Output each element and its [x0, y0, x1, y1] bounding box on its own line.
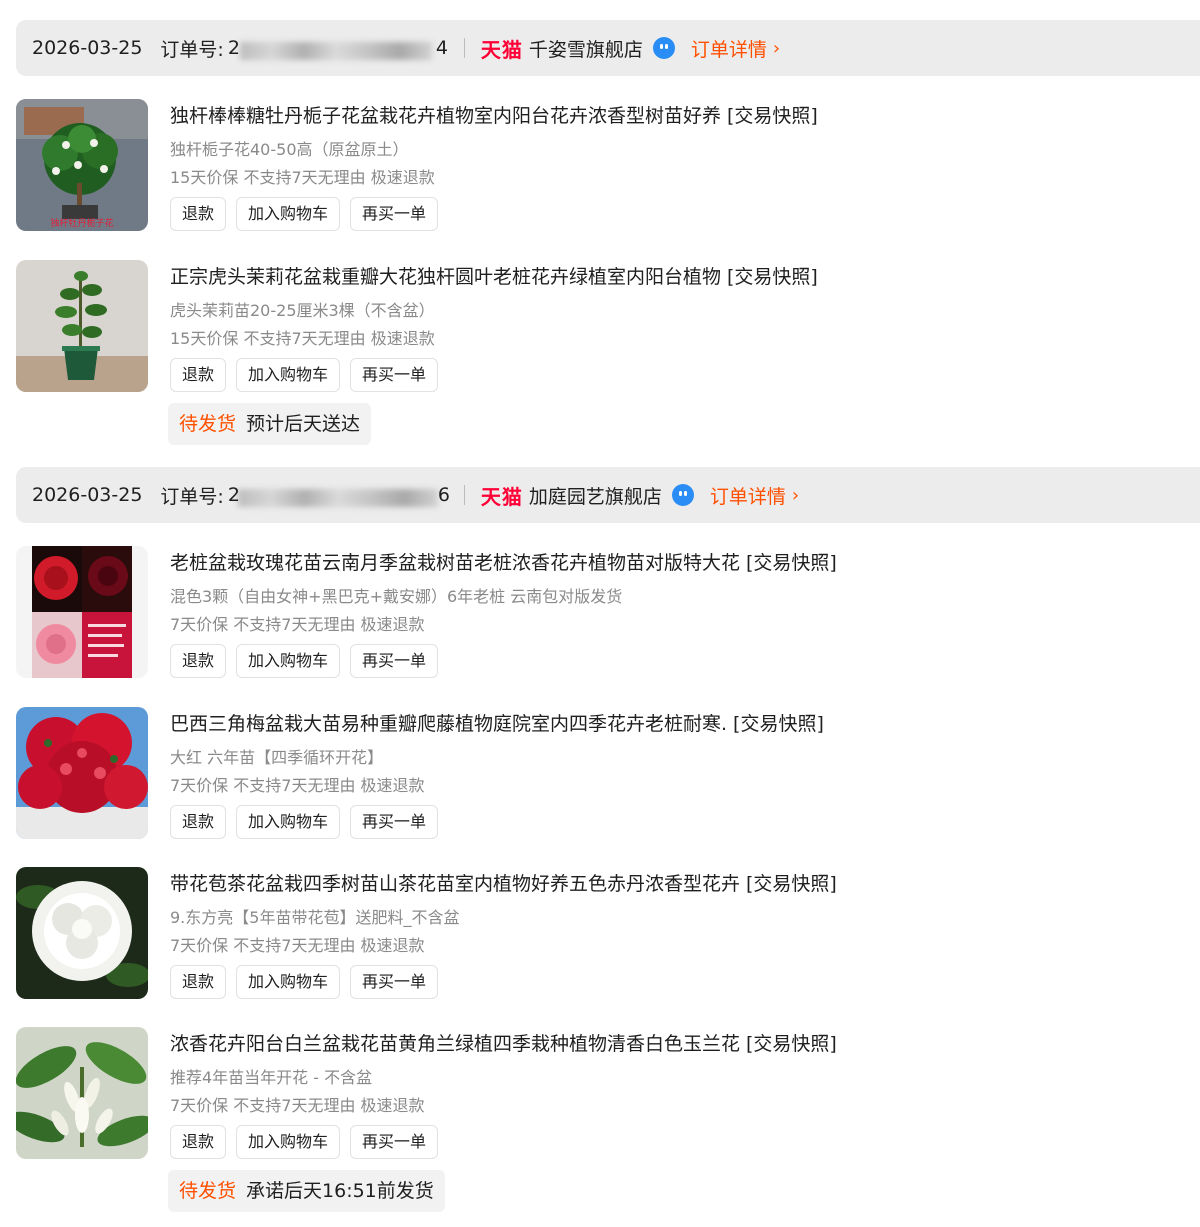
service-tags: 7天价保 不支持7天无理由 极速退款	[170, 936, 425, 955]
item-actions: 退款 加入购物车 再买一单	[170, 965, 439, 999]
status-text: 待发货	[179, 413, 237, 435]
service-tags: 15天价保 不支持7天无理由 极速退款	[170, 329, 435, 348]
order-date: 2026-03-25	[32, 484, 143, 506]
order-status-badge: 待发货 预计后天送达	[168, 403, 372, 445]
order-detail-link[interactable]: 订单详情	[691, 35, 767, 62]
add-to-cart-button[interactable]: 加入购物车	[236, 965, 341, 999]
snapshot-link[interactable]: [交易快照]	[733, 713, 824, 735]
status-text: 待发货	[179, 1180, 237, 1202]
add-to-cart-button[interactable]: 加入购物车	[236, 1125, 341, 1159]
product-title-text[interactable]: 带花苞茶花盆栽四季树苗山茶花苗室内植物好养五色赤丹浓香型花卉	[170, 873, 740, 895]
product-title[interactable]: 带花苞茶花盆栽四季树苗山茶花苗室内植物好养五色赤丹浓香型花卉 [交易快照]	[170, 869, 837, 896]
service-tags: 7天价保 不支持7天无理由 极速退款	[170, 776, 425, 795]
product-image[interactable]	[16, 546, 148, 678]
redaction-mask	[239, 42, 432, 60]
status-note: 承诺后天16:51前发货	[246, 1180, 434, 1202]
product-sku: 大红 六年苗【四季循环开花】	[170, 748, 384, 767]
order-number-redacted: 2 6	[227, 484, 450, 507]
product-image[interactable]	[16, 707, 148, 839]
order-date: 2026-03-25	[32, 37, 143, 59]
order-number-suffix: 6	[437, 484, 450, 506]
snapshot-link[interactable]: [交易快照]	[727, 266, 818, 288]
order-item: 带花苞茶花盆栽四季树苗山茶花苗室内植物好养五色赤丹浓香型花卉 [交易快照] 9.东…	[0, 867, 1200, 999]
buy-again-button[interactable]: 再买一单	[350, 358, 439, 392]
product-title-text[interactable]: 老桩盆栽玫瑰花苗云南月季盆栽树苗老桩浓香花卉植物苗对版特大花	[170, 552, 740, 574]
tmall-logo: 天猫	[480, 37, 523, 62]
status-note: 预计后天送达	[246, 413, 361, 435]
order-item: 老桩盆栽玫瑰花苗云南月季盆栽树苗老桩浓香花卉植物苗对版特大花 [交易快照] 混色3…	[0, 546, 1200, 678]
order-number-label: 订单号:	[160, 38, 224, 61]
product-title[interactable]: 老桩盆栽玫瑰花苗云南月季盆栽树苗老桩浓香花卉植物苗对版特大花 [交易快照]	[170, 548, 837, 575]
refund-button[interactable]: 退款	[170, 358, 227, 392]
snapshot-link[interactable]: [交易快照]	[727, 105, 818, 127]
service-tags: 15天价保 不支持7天无理由 极速退款	[170, 168, 435, 187]
order-header: 2026-03-25 订单号: 2 6 天猫 加庭园艺旗舰店 订单详情 ›	[16, 467, 1200, 523]
refund-button[interactable]: 退款	[170, 644, 227, 678]
buy-again-button[interactable]: 再买一单	[350, 965, 439, 999]
product-sku: 推荐4年苗当年开花 - 不含盆	[170, 1068, 373, 1087]
order-number-prefix: 2	[227, 484, 240, 506]
product-sku: 虎头茉莉苗20-25厘米3棵（不含盆）	[170, 301, 435, 320]
product-image[interactable]	[16, 867, 148, 999]
product-title[interactable]: 巴西三角梅盆栽大苗易种重瓣爬藤植物庭院室内四季花卉老桩耐寒. [交易快照]	[170, 709, 824, 736]
product-title[interactable]: 浓香花卉阳台白兰盆栽花苗黄角兰绿植四季栽种植物清香白色玉兰花 [交易快照]	[170, 1029, 837, 1056]
item-actions: 退款 加入购物车 再买一单	[170, 197, 439, 231]
refund-button[interactable]: 退款	[170, 965, 227, 999]
tmall-logo: 天猫	[480, 484, 523, 509]
item-actions: 退款 加入购物车 再买一单	[170, 644, 439, 678]
item-actions: 退款 加入购物车 再买一单	[170, 805, 439, 839]
snapshot-link[interactable]: [交易快照]	[746, 1033, 837, 1055]
order-number-suffix: 4	[435, 37, 448, 59]
add-to-cart-button[interactable]: 加入购物车	[236, 644, 341, 678]
add-to-cart-button[interactable]: 加入购物车	[236, 197, 341, 231]
order-item: 浓香花卉阳台白兰盆栽花苗黄角兰绿植四季栽种植物清香白色玉兰花 [交易快照] 推荐4…	[0, 1027, 1200, 1159]
refund-button[interactable]: 退款	[170, 197, 227, 231]
wangwang-chat-icon[interactable]	[652, 37, 675, 59]
order-number-label: 订单号:	[160, 485, 224, 508]
header-divider	[463, 485, 465, 505]
product-title-text[interactable]: 巴西三角梅盆栽大苗易种重瓣爬藤植物庭院室内四季花卉老桩耐寒.	[170, 713, 727, 735]
refund-button[interactable]: 退款	[170, 805, 227, 839]
snapshot-link[interactable]: [交易快照]	[746, 552, 837, 574]
buy-again-button[interactable]: 再买一单	[350, 1125, 439, 1159]
wangwang-chat-icon[interactable]	[671, 484, 694, 506]
image-caption: 独杆牡丹栀子花	[50, 217, 113, 229]
service-tags: 7天价保 不支持7天无理由 极速退款	[170, 615, 425, 634]
order-item: 正宗虎头茉莉花盆栽重瓣大花独杆圆叶老桩花卉绿植室内阳台植物 [交易快照] 虎头茉莉…	[0, 260, 1200, 392]
product-title-text[interactable]: 独杆棒棒糖牡丹栀子花盆栽花卉植物室内阳台花卉浓香型树苗好养	[170, 105, 721, 127]
buy-again-button[interactable]: 再买一单	[350, 805, 439, 839]
snapshot-link[interactable]: [交易快照]	[746, 873, 837, 895]
product-title-text[interactable]: 正宗虎头茉莉花盆栽重瓣大花独杆圆叶老桩花卉绿植室内阳台植物	[170, 266, 721, 288]
item-actions: 退款 加入购物车 再买一单	[170, 1125, 439, 1159]
add-to-cart-button[interactable]: 加入购物车	[236, 358, 341, 392]
chevron-right-icon: ›	[772, 37, 781, 59]
refund-button[interactable]: 退款	[170, 1125, 227, 1159]
product-image[interactable]	[16, 260, 148, 392]
order-detail-link[interactable]: 订单详情	[710, 482, 786, 509]
order-status-badge: 待发货 承诺后天16:51前发货	[168, 1170, 445, 1212]
buy-again-button[interactable]: 再买一单	[350, 197, 439, 231]
order-header: 2026-03-25 订单号: 2 4 天猫 千姿雪旗舰店 订单详情 ›	[16, 20, 1200, 76]
product-title[interactable]: 独杆棒棒糖牡丹栀子花盆栽花卉植物室内阳台花卉浓香型树苗好养 [交易快照]	[170, 101, 818, 128]
order-number-redacted: 2 4	[227, 37, 448, 60]
add-to-cart-button[interactable]: 加入购物车	[236, 805, 341, 839]
product-image[interactable]: 独杆牡丹栀子花	[16, 99, 148, 231]
order-number-prefix: 2	[227, 37, 240, 59]
order-item: 独杆牡丹栀子花 独杆棒棒糖牡丹栀子花盆栽花卉植物室内阳台花卉浓香型树苗好养 [交易…	[0, 99, 1200, 231]
product-sku: 混色3颗（自由女神+黑巴克+戴安娜）6年老桩 云南包对版发货	[170, 587, 623, 606]
product-sku: 9.东方亮【5年苗带花苞】送肥料_不含盆	[170, 908, 460, 927]
order-item: 巴西三角梅盆栽大苗易种重瓣爬藤植物庭院室内四季花卉老桩耐寒. [交易快照] 大红 …	[0, 707, 1200, 839]
product-image[interactable]	[16, 1027, 148, 1159]
item-actions: 退款 加入购物车 再买一单	[170, 358, 439, 392]
product-title[interactable]: 正宗虎头茉莉花盆栽重瓣大花独杆圆叶老桩花卉绿植室内阳台植物 [交易快照]	[170, 262, 818, 289]
product-sku: 独杆栀子花40-50高（原盆原土）	[170, 140, 409, 159]
product-title-text[interactable]: 浓香花卉阳台白兰盆栽花苗黄角兰绿植四季栽种植物清香白色玉兰花	[170, 1033, 740, 1055]
header-divider	[463, 38, 465, 58]
buy-again-button[interactable]: 再买一单	[350, 644, 439, 678]
redaction-mask	[237, 489, 438, 507]
chevron-right-icon: ›	[791, 484, 800, 506]
shop-name[interactable]: 千姿雪旗舰店	[529, 35, 643, 62]
shop-name[interactable]: 加庭园艺旗舰店	[529, 482, 662, 509]
service-tags: 7天价保 不支持7天无理由 极速退款	[170, 1096, 425, 1115]
